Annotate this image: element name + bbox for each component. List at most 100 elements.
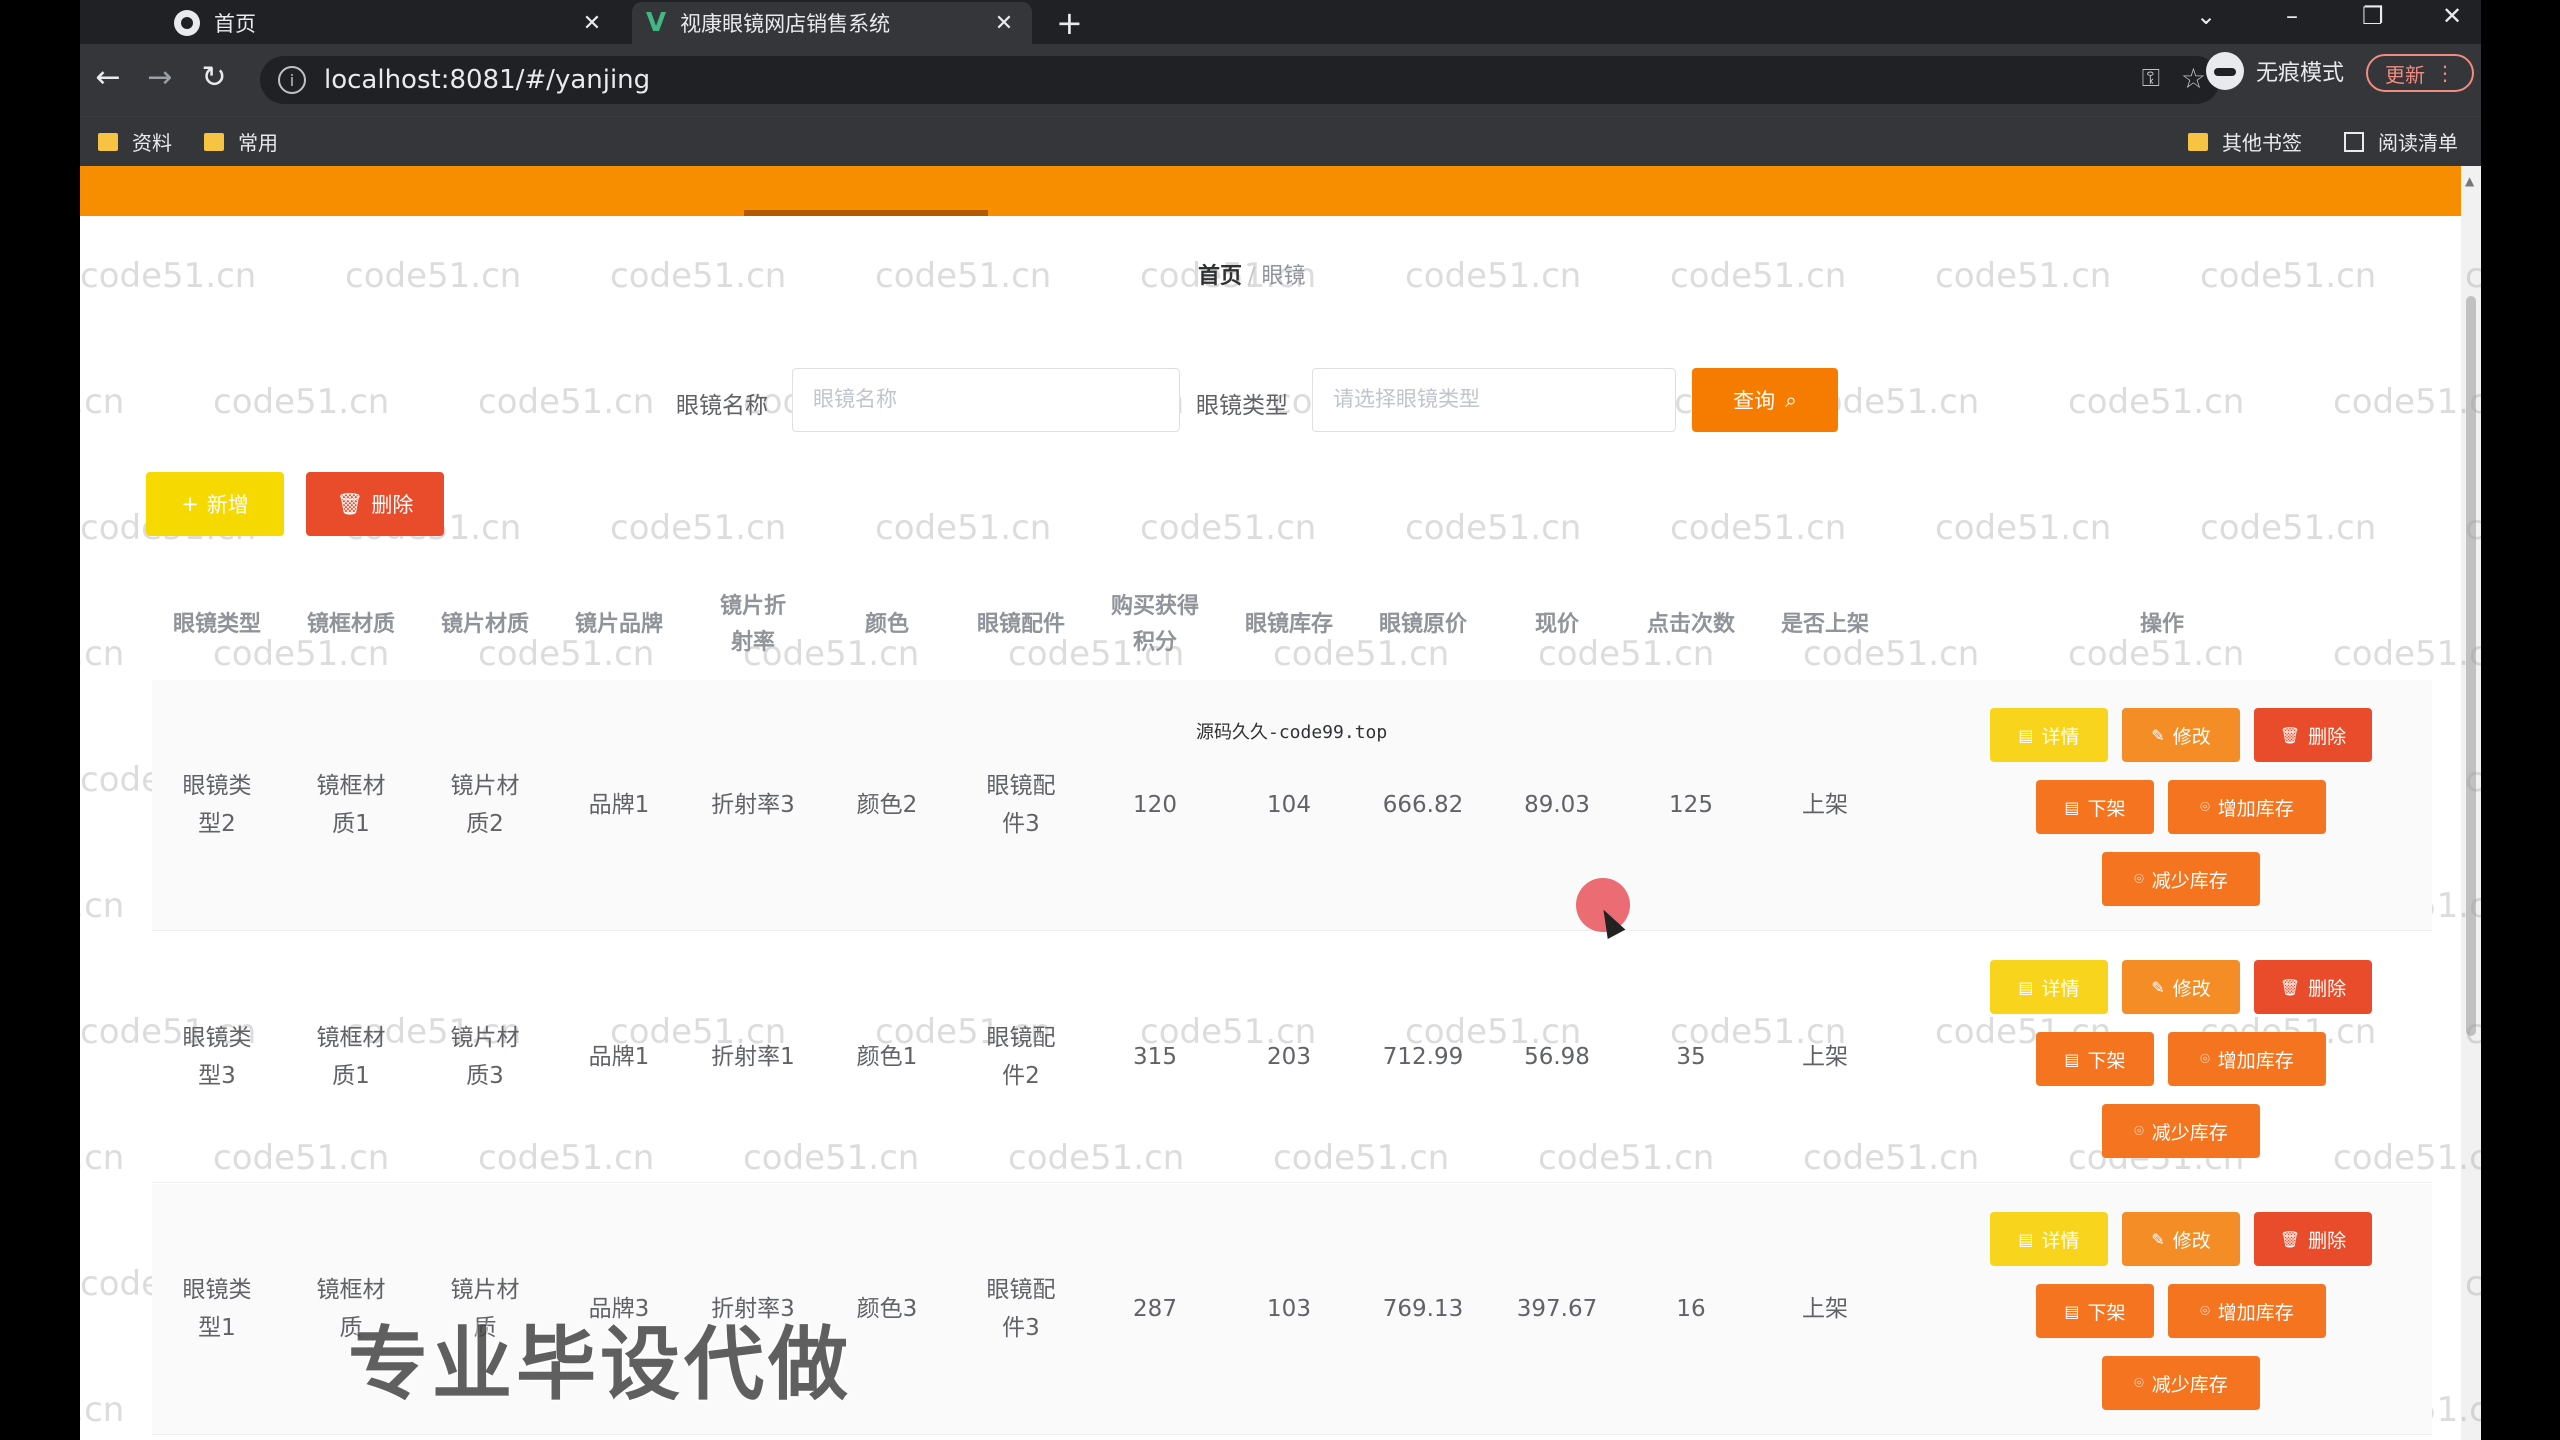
watermark-text: code51.cn	[478, 382, 655, 422]
stock-down-button[interactable]: ⌾ 减少库存	[2102, 1104, 2260, 1158]
cell-clicks: 35	[1676, 1044, 1706, 1070]
breadcrumb-current: 眼镜	[1261, 264, 1306, 289]
minimize-icon[interactable]: –	[2286, 2, 2298, 30]
close-icon[interactable]: ✕	[578, 11, 606, 36]
folder-icon	[98, 132, 118, 151]
detail-button[interactable]: ▤ 详情	[1990, 1212, 2108, 1266]
pencil-icon: ✎	[2151, 725, 2165, 745]
top-navigation	[80, 166, 2461, 216]
cell-on-shelf: 上架	[1802, 1044, 1848, 1070]
bookmark-folder[interactable]: 常用	[204, 127, 278, 156]
window-close-icon[interactable]: ✕	[2442, 2, 2462, 30]
cell-brand: 品牌1	[588, 1044, 650, 1070]
cell-color: 颜色2	[856, 792, 918, 818]
stock-down-button[interactable]: ⌾ 减少库存	[2102, 1356, 2260, 1410]
col-header: 眼镜原价	[1378, 612, 1467, 637]
edit-button[interactable]: ✎ 修改	[2122, 1212, 2240, 1266]
breadcrumb-home[interactable]: 首页	[1198, 264, 1242, 289]
document-icon: ▤	[2064, 1301, 2080, 1321]
address-bar[interactable]: i localhost:8081/#/yanjing ⚿ ☆	[260, 56, 2220, 104]
close-icon[interactable]: ✕	[990, 11, 1018, 36]
bookmark-folder[interactable]: 资料	[98, 127, 172, 156]
location-icon: ⌾	[2200, 797, 2210, 816]
location-icon: ⌾	[2134, 1373, 2144, 1392]
watermark-text: code51.cn	[345, 256, 522, 296]
cell-clicks: 16	[1676, 1296, 1706, 1322]
new-tab-icon[interactable]: +	[1056, 4, 1083, 42]
key-icon[interactable]: ⚿	[2142, 64, 2160, 92]
tab-home[interactable]: 首页 ✕	[160, 2, 620, 44]
scrollbar-thumb[interactable]	[2466, 296, 2476, 1036]
stock-up-button[interactable]: ⌾ 增加库存	[2168, 1032, 2326, 1086]
bookmark-label: 常用	[238, 131, 278, 155]
cell-points: 315	[1133, 1044, 1177, 1070]
bookmark-label: 阅读清单	[2378, 131, 2458, 155]
globe-icon	[174, 10, 200, 36]
scroll-up-icon[interactable]: ▲	[2465, 174, 2474, 188]
restore-icon[interactable]: ❐	[2362, 2, 2384, 30]
stock-up-button[interactable]: ⌾ 增加库存	[2168, 780, 2326, 834]
row-actions: ▤ 详情 ✎ 修改 🗑 删除 ▤ 下架 ⌾ 增加库存 ⌾ 减少库存	[1892, 932, 2432, 1182]
watermark-text: code51.cn	[80, 886, 125, 926]
detail-button[interactable]: ▤ 详情	[1990, 960, 2108, 1014]
col-header: 颜色	[864, 612, 909, 637]
forward-icon[interactable]: →	[140, 60, 180, 95]
cell-original-price: 712.99	[1382, 1044, 1464, 1070]
info-icon[interactable]: i	[278, 66, 306, 94]
url-text: localhost:8081/#/yanjing	[324, 65, 651, 95]
document-icon: ▤	[2018, 977, 2034, 997]
source-watermark: 源码久久-code99.top	[1196, 722, 1388, 743]
watermark-text: code51.cn	[610, 508, 787, 548]
update-button[interactable]: 更新 ⋮	[2366, 54, 2474, 92]
add-button[interactable]: + 新增	[146, 472, 284, 536]
cell-clicks: 125	[1669, 792, 1713, 818]
batch-delete-button[interactable]: 🗑 删除	[306, 472, 444, 536]
tab-system[interactable]: V 视康眼镜网店销售系统 ✕	[632, 2, 1032, 44]
browser-chrome: 首页 ✕ V 视康眼镜网店销售系统 ✕ + ⌄ – ❐ ✕ ← → ↻ i lo…	[80, 0, 2481, 167]
off-shelf-button[interactable]: ▤ 下架	[2036, 780, 2154, 834]
watermark-text: code51.cn	[80, 1390, 125, 1430]
cell-points: 287	[1133, 1296, 1177, 1322]
cell-frame: 镜框材质1	[316, 1025, 386, 1089]
edit-label: 修改	[2172, 977, 2211, 1000]
page-scrollbar[interactable]: ▲	[2461, 166, 2481, 1440]
col-header: 镜片材质	[440, 612, 529, 637]
delete-button[interactable]: 🗑 删除	[2254, 960, 2372, 1014]
reading-list[interactable]: 阅读清单	[2344, 127, 2458, 156]
query-button[interactable]: 查询 ⌕	[1692, 368, 1838, 432]
stock-down-button[interactable]: ⌾ 减少库存	[2102, 852, 2260, 906]
edit-button[interactable]: ✎ 修改	[2122, 708, 2240, 762]
col-header: 镜片品牌	[574, 612, 663, 637]
pencil-icon: ✎	[2151, 1229, 2165, 1249]
breadcrumb-separator: /	[1248, 264, 1256, 289]
stock-up-button[interactable]: ⌾ 增加库存	[2168, 1284, 2326, 1338]
stock-down-label: 减少库存	[2151, 1373, 2228, 1396]
cell-lens: 镜片材质3	[450, 1025, 520, 1089]
cell-type: 眼镜类型2	[182, 773, 252, 837]
off-shelf-button[interactable]: ▤ 下架	[2036, 1032, 2154, 1086]
off-shelf-label: 下架	[2087, 797, 2126, 820]
col-header: 眼镜库存	[1244, 612, 1333, 637]
cell-color: 颜色1	[856, 1044, 918, 1070]
bookmark-folder-other[interactable]: 其他书签	[2188, 127, 2302, 156]
type-select[interactable]	[1312, 368, 1676, 432]
back-icon[interactable]: ←	[88, 60, 128, 95]
name-input[interactable]	[792, 368, 1180, 432]
breadcrumb: 首页 / 眼镜	[1198, 258, 1305, 290]
delete-button[interactable]: 🗑 删除	[2254, 708, 2372, 762]
delete-button[interactable]: 🗑 删除	[2254, 1212, 2372, 1266]
watermark-text: code51.cn	[80, 1138, 125, 1178]
reload-icon[interactable]: ↻	[194, 60, 234, 95]
cell-accessory: 眼镜配件3	[986, 1277, 1056, 1341]
detail-button[interactable]: ▤ 详情	[1990, 708, 2108, 762]
detail-label: 详情	[2041, 1229, 2080, 1252]
cell-accessory: 眼镜配件2	[986, 1025, 1056, 1089]
type-label: 眼镜类型	[1196, 393, 1288, 419]
off-shelf-button[interactable]: ▤ 下架	[2036, 1284, 2154, 1338]
edit-button[interactable]: ✎ 修改	[2122, 960, 2240, 1014]
watermark-text: code51.cn	[1140, 508, 1317, 548]
star-icon[interactable]: ☆	[2181, 62, 2206, 95]
col-header: 眼镜类型	[172, 612, 261, 637]
folder-icon	[204, 132, 224, 151]
tab-search-icon[interactable]: ⌄	[2196, 2, 2216, 30]
